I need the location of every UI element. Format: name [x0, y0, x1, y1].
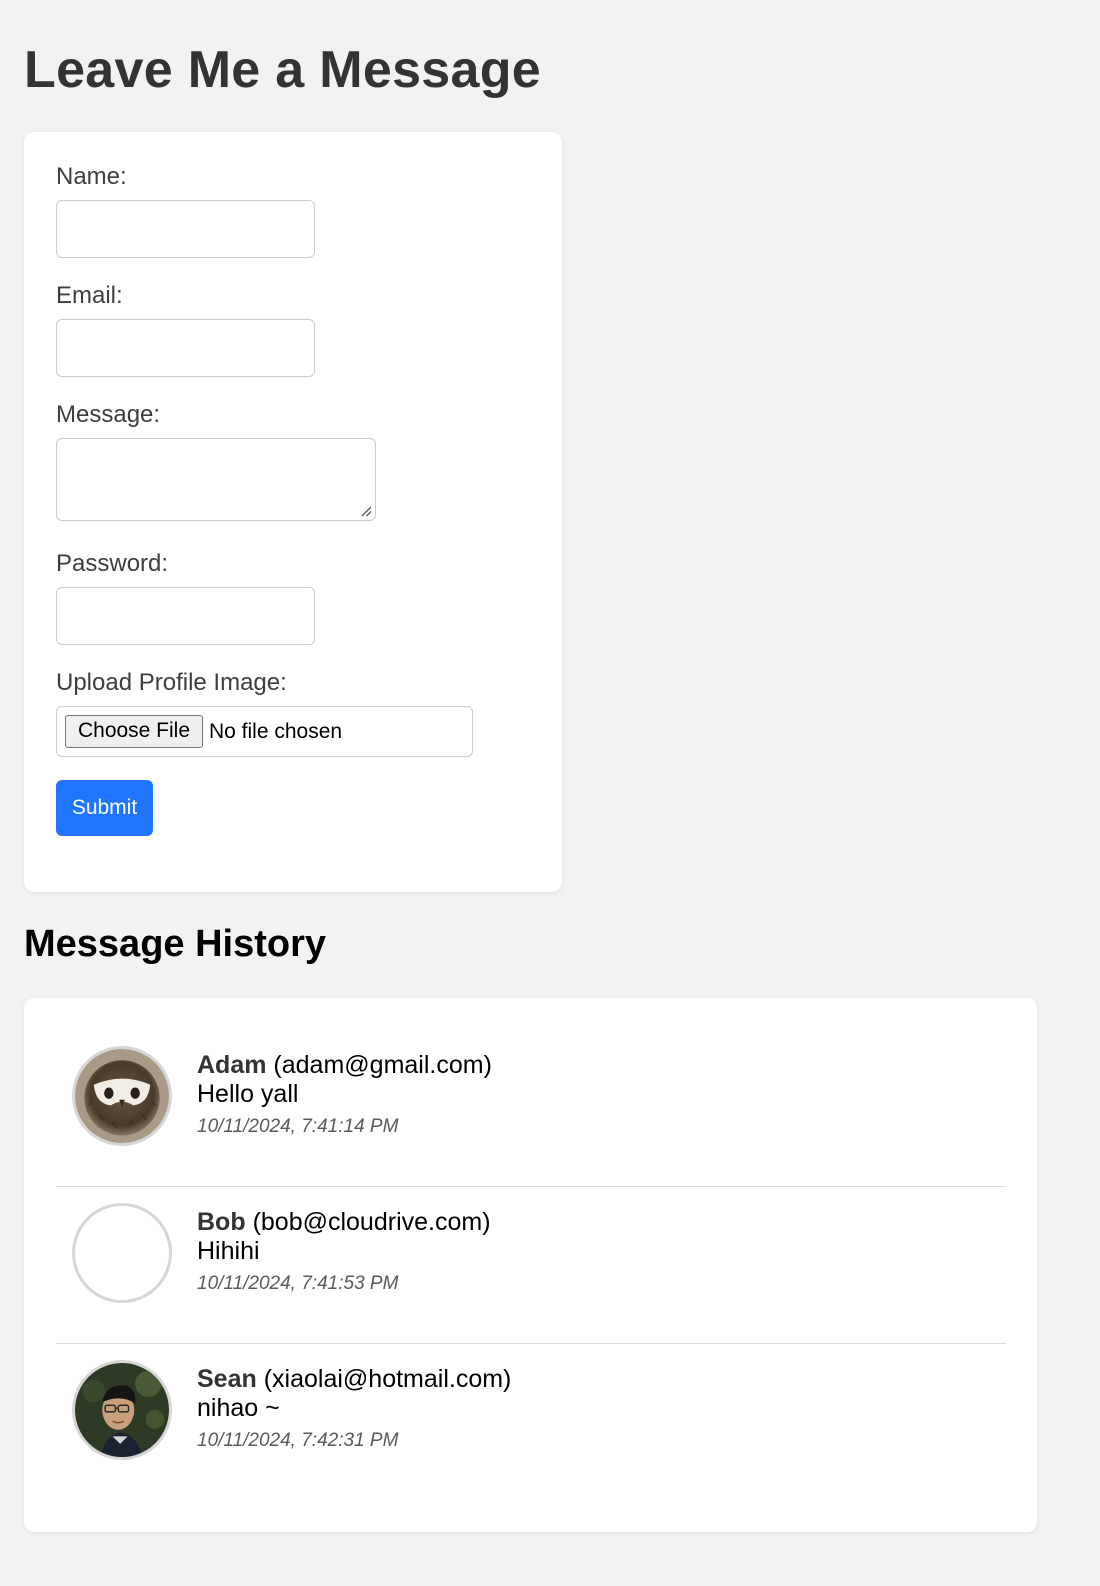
message-content: Sean (xiaolai@hotmail.com) nihao ~ 10/11… [197, 1365, 511, 1454]
avatar [72, 1360, 172, 1460]
sender-email: (xiaolai@hotmail.com) [263, 1365, 512, 1393]
password-label: Password: [56, 550, 169, 577]
email-label: Email: [56, 282, 123, 309]
message-timestamp: 10/11/2024, 7:41:14 PM [197, 1116, 399, 1137]
message-form: Name: Email: Message: Password: Upload P… [24, 132, 562, 892]
message-item: Sean (xiaolai@hotmail.com) nihao ~ 10/11… [56, 1344, 1006, 1501]
message-label: Message: [56, 401, 161, 428]
resize-grip-icon[interactable] [360, 505, 372, 517]
name-label: Name: [56, 163, 127, 190]
sender-name: Bob [197, 1208, 246, 1236]
message-timestamp: 10/11/2024, 7:41:53 PM [197, 1273, 399, 1294]
message-item: Bob (bob@cloudrive.com) Hihihi 10/11/202… [56, 1187, 1006, 1344]
message-header: Adam (adam@gmail.com) [197, 1051, 492, 1080]
message-textarea[interactable] [56, 438, 376, 521]
message-history-list: Adam (adam@gmail.com) Hello yall 10/11/2… [24, 998, 1037, 1532]
message-header: Sean (xiaolai@hotmail.com) [197, 1365, 511, 1394]
owl-avatar-icon [75, 1049, 169, 1143]
choose-file-button[interactable]: Choose File [65, 715, 203, 748]
sender-name: Sean [197, 1365, 257, 1393]
message-text: Hihihi [197, 1237, 260, 1265]
avatar [72, 1046, 172, 1146]
person-avatar-icon [75, 1363, 169, 1457]
message-timestamp: 10/11/2024, 7:42:31 PM [197, 1430, 399, 1451]
submit-button[interactable]: Submit [56, 780, 153, 836]
upload-label: Upload Profile Image: [56, 669, 287, 696]
page-title: Leave Me a Message [24, 41, 542, 99]
message-history-title: Message History [24, 923, 327, 965]
name-input[interactable] [56, 200, 315, 258]
message-content: Bob (bob@cloudrive.com) Hihihi 10/11/202… [197, 1208, 491, 1297]
profile-image-file-input[interactable]: Choose File No file chosen [56, 706, 473, 757]
no-file-status: No file chosen [209, 720, 343, 743]
sender-name: Adam [197, 1051, 267, 1079]
sender-email: (adam@gmail.com) [273, 1051, 492, 1079]
message-text: nihao ~ [197, 1394, 280, 1422]
message-content: Adam (adam@gmail.com) Hello yall 10/11/2… [197, 1051, 492, 1140]
message-header: Bob (bob@cloudrive.com) [197, 1208, 491, 1237]
email-input[interactable] [56, 319, 315, 377]
message-text: Hello yall [197, 1080, 299, 1108]
message-item: Adam (adam@gmail.com) Hello yall 10/11/2… [56, 1030, 1006, 1187]
avatar [72, 1203, 172, 1303]
sender-email: (bob@cloudrive.com) [252, 1208, 491, 1236]
password-input[interactable] [56, 587, 315, 645]
